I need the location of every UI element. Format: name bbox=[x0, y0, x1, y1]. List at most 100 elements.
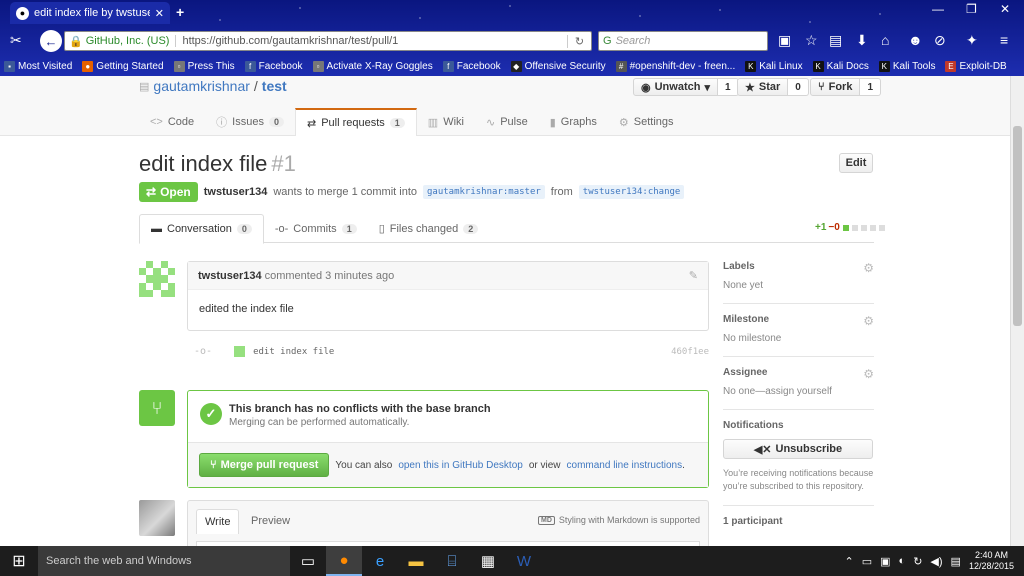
bookmark-item[interactable]: K Kali Tools bbox=[878, 60, 935, 72]
maximize-icon[interactable]: ❐ bbox=[966, 2, 977, 16]
bookmark-item[interactable]: ● Getting Started bbox=[82, 60, 164, 72]
volume-icon[interactable]: ◀) bbox=[930, 555, 942, 568]
avatar[interactable] bbox=[139, 261, 175, 297]
edit-pencil-icon[interactable]: ✎ bbox=[689, 269, 698, 282]
repo-nav-graphs[interactable]: ▮ Graphs bbox=[539, 108, 608, 136]
bookmark-item[interactable]: ▪ Most Visited bbox=[4, 60, 72, 72]
star-button[interactable]: ★ Star bbox=[737, 78, 789, 96]
chat-icon[interactable]: ☻ bbox=[908, 32, 923, 48]
store-icon[interactable]: ▦ bbox=[470, 546, 506, 576]
current-user-avatar[interactable] bbox=[139, 500, 175, 536]
repo-nav-wiki[interactable]: ▥ Wiki bbox=[417, 108, 475, 136]
word-icon[interactable]: W bbox=[506, 546, 542, 576]
taskbar-search-input[interactable]: Search the web and Windows bbox=[38, 546, 290, 576]
repo-nav-issues[interactable]: ⓘ Issues 0 bbox=[205, 108, 295, 136]
commit-avatar[interactable] bbox=[234, 346, 246, 357]
page-scrollbar[interactable] bbox=[1010, 76, 1024, 546]
pr-author-link[interactable]: twstuser134 bbox=[204, 186, 268, 198]
bookmark-item[interactable]: # #openshift-dev - freen... bbox=[615, 60, 735, 72]
repo-owner-link[interactable]: gautamkrishnar bbox=[153, 78, 250, 94]
merge-pull-request-button[interactable]: ⑂ Merge pull request bbox=[199, 453, 330, 477]
taskbar-clock[interactable]: 2:40 AM 12/28/2015 bbox=[969, 550, 1014, 572]
display-icon[interactable]: ▣ bbox=[880, 555, 890, 568]
battery-icon[interactable]: ▭ bbox=[862, 555, 872, 568]
edit-title-button[interactable]: Edit bbox=[839, 153, 873, 173]
bookmarks-list-icon[interactable]: ▤ bbox=[829, 32, 842, 49]
unsubscribe-button[interactable]: ◀✕ Unsubscribe bbox=[723, 439, 873, 459]
repo-nav-pull-requests[interactable]: ⇄ Pull requests 1 bbox=[294, 108, 417, 136]
tab-commits[interactable]: -o- Commits 1 bbox=[264, 214, 368, 243]
commit-icon: -o- bbox=[274, 222, 289, 235]
base-branch-ref[interactable]: gautamkrishnar:master bbox=[423, 185, 545, 199]
sync-icon[interactable]: ↻ bbox=[913, 555, 922, 568]
new-tab-icon[interactable]: + bbox=[176, 4, 184, 20]
scrollbar-thumb[interactable] bbox=[1013, 126, 1022, 326]
bookmark-star-icon[interactable]: ☆ bbox=[805, 32, 818, 49]
notification-icon[interactable]: ▤ bbox=[951, 555, 961, 568]
edge-icon[interactable]: e bbox=[362, 546, 398, 576]
download-icon[interactable]: ⬇ bbox=[856, 32, 868, 49]
open-desktop-link[interactable]: open this in GitHub Desktop bbox=[398, 460, 523, 471]
pulse-icon: ∿ bbox=[485, 116, 496, 129]
fork-button[interactable]: ⑂ Fork bbox=[810, 78, 861, 96]
search-engine-icon[interactable]: G bbox=[603, 35, 612, 47]
windows-start-icon[interactable]: ⊞ bbox=[0, 546, 38, 576]
close-window-icon[interactable]: ✕ bbox=[1000, 2, 1010, 16]
unwatch-button[interactable]: ◉ Unwatch ▾ bbox=[633, 78, 718, 96]
eye-icon: ◉ bbox=[641, 81, 651, 94]
milestone-gear-icon[interactable]: ⚙ bbox=[863, 314, 874, 328]
bookmark-item[interactable]: K Kali Linux bbox=[745, 60, 803, 72]
bookmark-item[interactable]: ▫ Activate X-Ray Goggles bbox=[312, 60, 433, 72]
extension-icon[interactable]: ▣ bbox=[778, 32, 791, 49]
browser-tab[interactable]: ● edit index file by twstuser1... ✕ bbox=[10, 2, 170, 24]
bookmark-item[interactable]: K Kali Docs bbox=[812, 60, 869, 72]
discussion-sidebar: Labels None yet ⚙ Milestone No milestone… bbox=[723, 261, 874, 527]
file-explorer-icon[interactable]: ▬ bbox=[398, 546, 434, 576]
bookmark-item[interactable]: f Facebook bbox=[244, 60, 303, 72]
bookmark-item[interactable]: ▫ Press This bbox=[173, 60, 235, 72]
adblock-icon[interactable]: ⊘ bbox=[934, 32, 946, 49]
preview-tab[interactable]: Preview bbox=[243, 509, 298, 533]
forks-count[interactable]: 1 bbox=[860, 78, 882, 96]
back-button[interactable]: ← bbox=[40, 30, 62, 52]
watchers-count[interactable]: 1 bbox=[717, 78, 739, 96]
url-text[interactable]: https://github.com/gautamkrishnar/test/p… bbox=[182, 35, 567, 47]
bookmark-item[interactable]: E Exploit-DB bbox=[945, 60, 1007, 72]
network-app-icon[interactable]: ⌸ bbox=[434, 546, 470, 576]
book-icon: ▥ bbox=[427, 116, 439, 129]
comment-author-link[interactable]: twstuser134 bbox=[198, 270, 262, 282]
url-bar[interactable]: 🔒 GitHub, Inc. (US) https://github.com/g… bbox=[64, 31, 592, 51]
stars-count[interactable]: 0 bbox=[788, 78, 809, 96]
home-icon[interactable]: ⌂ bbox=[881, 32, 889, 48]
write-tab[interactable]: Write bbox=[196, 509, 240, 534]
repo-name-link[interactable]: test bbox=[262, 78, 287, 94]
head-branch-ref[interactable]: twstuser134:change bbox=[578, 185, 685, 199]
bookmark-item[interactable]: ◆ Offensive Security bbox=[510, 60, 606, 72]
assignee-gear-icon[interactable]: ⚙ bbox=[863, 367, 874, 381]
labels-title: Labels bbox=[723, 261, 755, 272]
comment-time[interactable]: commented 3 minutes ago bbox=[265, 270, 395, 282]
close-tab-icon[interactable]: ✕ bbox=[155, 7, 164, 20]
minimize-icon[interactable]: — bbox=[932, 2, 944, 16]
assignee-value[interactable]: No one—assign yourself bbox=[723, 386, 874, 397]
tab-conversation[interactable]: ▬ Conversation 0 bbox=[139, 214, 264, 244]
commit-sha-link[interactable]: 460f1ee bbox=[671, 347, 709, 357]
repo-nav-code[interactable]: <> Code bbox=[139, 108, 205, 136]
labels-gear-icon[interactable]: ⚙ bbox=[863, 261, 874, 275]
browser-search-input[interactable]: G Search bbox=[598, 31, 768, 51]
site-identity[interactable]: GitHub, Inc. (US) bbox=[86, 35, 177, 47]
tab-files-changed[interactable]: ▯ Files changed 2 bbox=[368, 214, 490, 243]
commit-message-link[interactable]: edit index file bbox=[253, 347, 334, 357]
menu-icon[interactable]: ≡ bbox=[1000, 32, 1008, 48]
command-line-link[interactable]: command line instructions bbox=[567, 460, 683, 471]
firefox-taskbar-icon[interactable]: ● bbox=[326, 546, 362, 576]
bookmark-item[interactable]: f Facebook bbox=[442, 60, 501, 72]
task-view-icon[interactable]: ▭ bbox=[290, 546, 326, 576]
reload-icon[interactable]: ↻ bbox=[567, 34, 591, 48]
addon-icon[interactable]: ✦ bbox=[966, 32, 978, 49]
repo-nav-pulse[interactable]: ∿ Pulse bbox=[475, 108, 539, 136]
chevron-up-icon[interactable]: ⌃ bbox=[845, 555, 854, 568]
repo-nav-settings[interactable]: ⚙ Settings bbox=[608, 108, 685, 136]
network-icon[interactable]: ◐ bbox=[899, 555, 906, 567]
pr-title: edit index file #1 bbox=[139, 151, 296, 176]
